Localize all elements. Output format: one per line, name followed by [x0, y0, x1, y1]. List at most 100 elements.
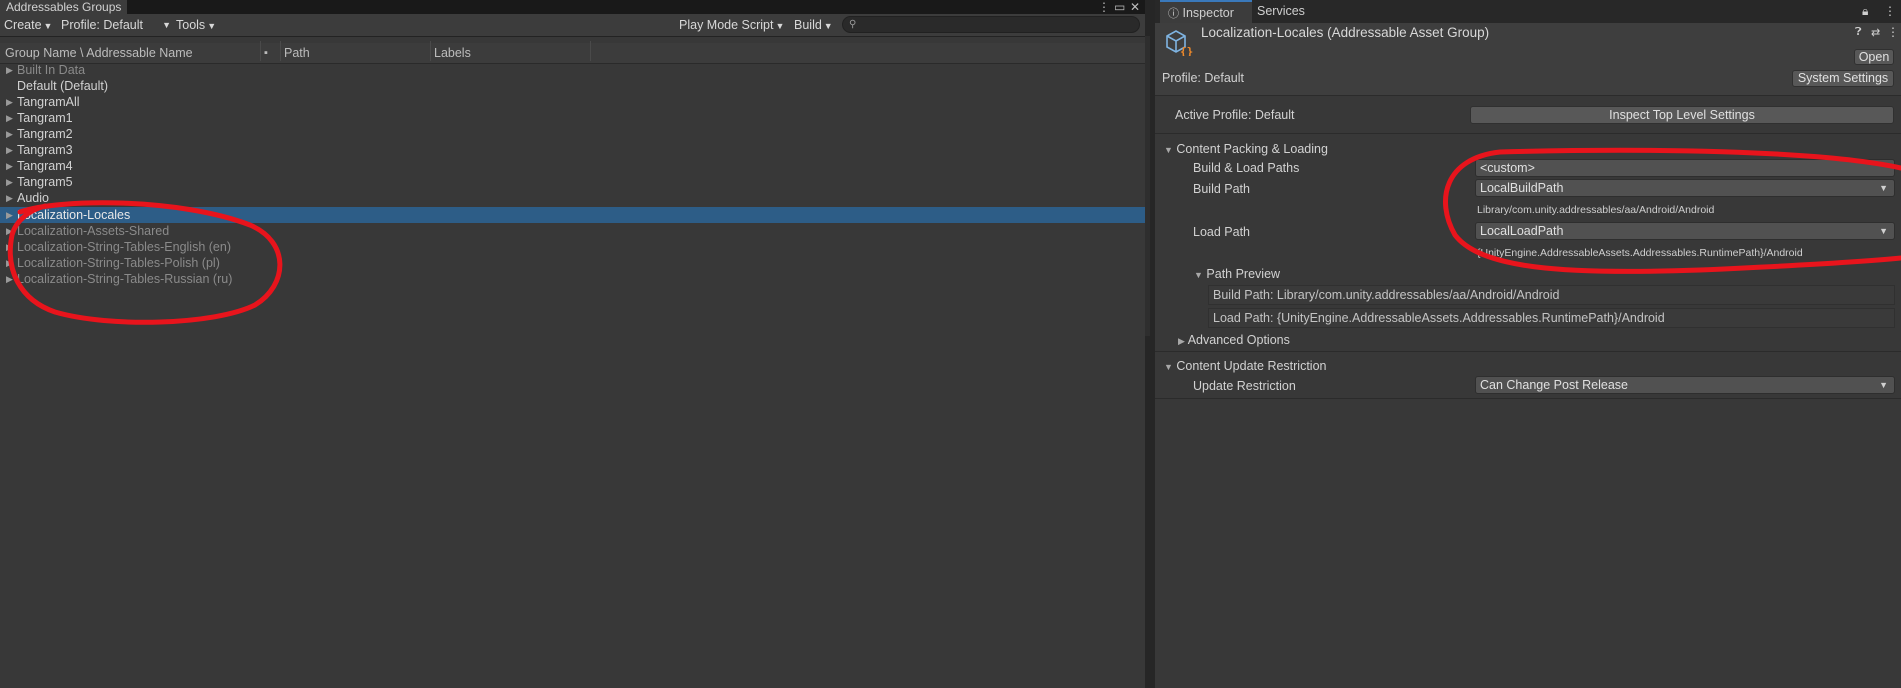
path-preview-foldout[interactable]: ▼ Path Preview [1194, 266, 1280, 283]
group-row[interactable]: ▶ TangramAll [0, 94, 1145, 110]
group-label: Tangram4 [17, 159, 73, 173]
column-group-name[interactable]: Group Name \ Addressable Name [5, 43, 193, 63]
search-icon: ⚲ [849, 19, 857, 30]
column-separator[interactable] [280, 41, 281, 61]
expand-arrow-icon[interactable]: ▶ [6, 190, 13, 206]
svg-text:{}: {} [1180, 45, 1193, 56]
play-mode-script-menu[interactable]: Play Mode Script ▼ [675, 15, 788, 35]
build-path-dropdown[interactable]: LocalBuildPath ▼ [1475, 179, 1895, 197]
create-label: Create [4, 18, 42, 32]
chevron-down-icon: ▼ [1164, 145, 1173, 155]
group-row[interactable]: ▶ Tangram4 [0, 158, 1145, 174]
dropdown-value: Can Change Post Release [1480, 378, 1629, 392]
chevron-down-icon: ▼ [1194, 270, 1203, 280]
group-label: Tangram1 [17, 111, 73, 125]
kebab-menu-icon[interactable]: ⋮ [1887, 25, 1899, 39]
group-row[interactable]: ▶ Tangram5 [0, 174, 1145, 190]
divider [1155, 133, 1901, 134]
build-load-paths-label: Build & Load Paths [1193, 161, 1300, 175]
expand-arrow-icon[interactable]: ▶ [6, 271, 13, 287]
group-row-built-in-data[interactable]: ▶ Built In Data [0, 62, 1145, 78]
chevron-down-icon: ▼ [1879, 183, 1888, 193]
group-row[interactable]: ▶ Localization-String-Tables-Polish (pl) [0, 255, 1145, 271]
build-menu[interactable]: Build ▼ [790, 15, 837, 35]
tools-menu[interactable]: Tools ▼ [172, 15, 220, 35]
inspect-top-level-settings-button[interactable]: Inspect Top Level Settings [1470, 106, 1894, 124]
expand-arrow-icon[interactable]: ▶ [6, 255, 13, 271]
search-input[interactable]: ⚲ [842, 16, 1140, 33]
expand-arrow-icon[interactable]: ▶ [6, 142, 13, 158]
group-row[interactable]: ▶ Tangram2 [0, 126, 1145, 142]
expand-arrow-icon[interactable]: ▶ [6, 62, 13, 78]
open-button[interactable]: Open [1854, 49, 1894, 65]
maximize-icon[interactable]: ▭ [1114, 0, 1125, 14]
profile-dropdown[interactable]: Profile: Default ▼ [57, 15, 173, 35]
profile-label: Profile: Default [1162, 71, 1244, 85]
group-row-default[interactable]: Default (Default) [0, 78, 1145, 94]
group-row[interactable]: ▶ Localization-String-Tables-English (en) [0, 239, 1145, 255]
preview-load-path: Load Path: {UnityEngine.AddressableAsset… [1208, 308, 1895, 328]
scrollbar-track[interactable] [1145, 36, 1150, 336]
group-row[interactable]: ▶ Tangram1 [0, 110, 1145, 126]
left-tab-bar [0, 0, 1145, 14]
tab-addressables-groups[interactable]: Addressables Groups [0, 0, 128, 14]
system-settings-button[interactable]: System Settings [1792, 70, 1894, 87]
update-restriction-dropdown[interactable]: Can Change Post Release ▼ [1475, 376, 1895, 394]
chevron-down-icon: ▼ [1879, 380, 1888, 390]
tab-inspector[interactable]: ⓘ Inspector [1160, 0, 1252, 23]
expand-arrow-icon[interactable]: ▶ [6, 174, 13, 190]
create-menu[interactable]: Create ▼ [0, 15, 56, 35]
group-label: Built In Data [17, 63, 86, 77]
group-row-selected[interactable]: ▶ Localization-Locales [0, 207, 1145, 223]
group-row[interactable]: ▶ Localization-String-Tables-Russian (ru) [0, 271, 1145, 287]
load-path-label: Load Path [1193, 225, 1250, 239]
chevron-down-icon: ▼ [207, 21, 217, 31]
column-labels[interactable]: Labels [434, 43, 471, 63]
divider [1155, 398, 1901, 399]
kebab-menu-icon[interactable]: ⋮ [1884, 0, 1896, 23]
expand-arrow-icon[interactable]: ▶ [6, 239, 13, 255]
section-label: Content Packing & Loading [1176, 142, 1328, 156]
section-label: Path Preview [1206, 267, 1281, 281]
help-icon[interactable]: ❓︎ [1855, 26, 1862, 39]
close-icon[interactable]: ✕ [1130, 0, 1140, 14]
build-load-paths-dropdown[interactable]: <custom> [1475, 159, 1895, 177]
kebab-menu-icon[interactable]: ⋮ [1098, 0, 1110, 14]
group-row[interactable]: ▶ Localization-Assets-Shared [0, 223, 1145, 239]
tab-inspector-label: Inspector [1182, 6, 1234, 20]
tab-services[interactable]: Services [1257, 0, 1305, 23]
update-restriction-label: Update Restriction [1193, 379, 1296, 393]
column-separator[interactable] [260, 41, 261, 61]
lock-icon[interactable]: 🔒︎ [1862, 0, 1868, 23]
expand-arrow-icon[interactable]: ▶ [6, 223, 13, 239]
expand-arrow-icon[interactable]: ▶ [6, 94, 13, 110]
asset-group-icon: {} [1163, 28, 1193, 58]
expand-arrow-icon[interactable]: ▶ [6, 110, 13, 126]
preset-icon[interactable]: ⇄ [1871, 26, 1880, 39]
inspector-title: Localization-Locales (Addressable Asset … [1201, 25, 1490, 40]
group-label: Localization-String-Tables-Russian (ru) [17, 272, 233, 286]
group-label: Tangram2 [17, 127, 73, 141]
profile-label: Profile: Default [61, 18, 143, 32]
expand-arrow-icon[interactable]: ▶ [6, 207, 13, 223]
chevron-down-icon: ▼ [43, 21, 53, 31]
expand-arrow-icon[interactable]: ▶ [6, 126, 13, 142]
group-label: Audio [17, 191, 49, 205]
column-path[interactable]: Path [284, 43, 310, 63]
group-label: Localization-String-Tables-Polish (pl) [17, 256, 220, 270]
group-label: Tangram5 [17, 175, 73, 189]
chevron-down-icon: ▼ [1879, 226, 1888, 236]
chevron-down-icon: ▼ [162, 20, 171, 30]
advanced-options-foldout[interactable]: ▶ Advanced Options [1178, 332, 1290, 349]
group-row[interactable]: ▶ Tangram3 [0, 142, 1145, 158]
column-separator[interactable] [430, 41, 431, 61]
content-packing-foldout[interactable]: ▼ Content Packing & Loading [1164, 141, 1328, 158]
column-separator[interactable] [590, 41, 591, 61]
section-label: Content Update Restriction [1176, 359, 1327, 373]
load-path-dropdown[interactable]: LocalLoadPath ▼ [1475, 222, 1895, 240]
content-update-foldout[interactable]: ▼ Content Update Restriction [1164, 358, 1327, 375]
addressable-icon: ▪ [264, 47, 268, 59]
load-path-resolved: {UnityEngine.AddressableAssets.Addressab… [1477, 247, 1803, 259]
expand-arrow-icon[interactable]: ▶ [6, 158, 13, 174]
group-row[interactable]: ▶ Audio [0, 190, 1145, 206]
